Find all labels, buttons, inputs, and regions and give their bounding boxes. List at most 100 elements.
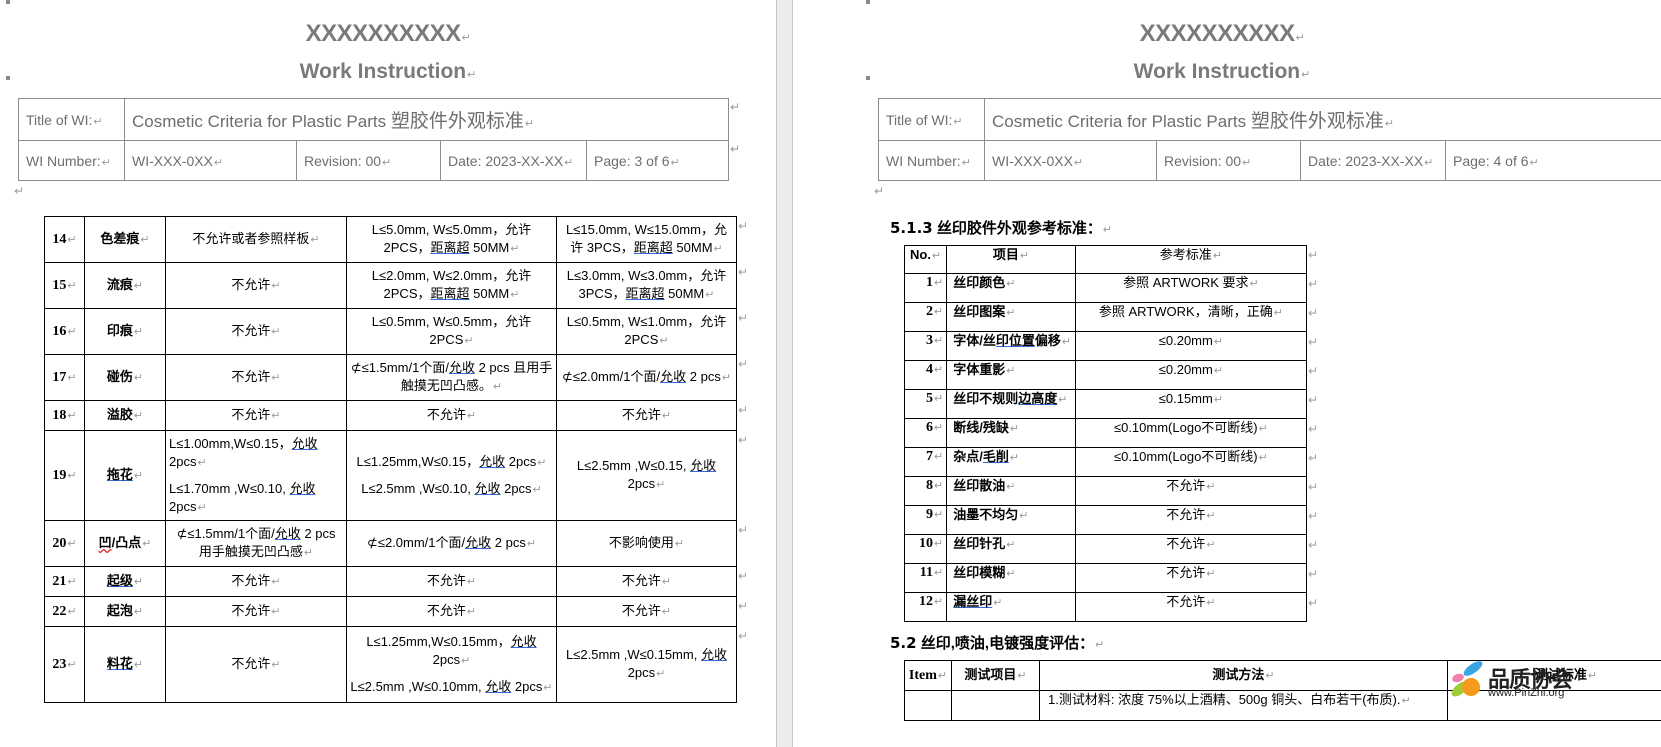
row-end-mark: ↵ [1308,422,1319,436]
paragraph-mark: ↵ [1006,481,1016,493]
paragraph-mark: ↵ [67,409,77,422]
paragraph-mark: ↵ [1258,423,1268,435]
paragraph-mark: ↵ [993,597,1003,609]
criteria-c-cell: 不允许↵ [556,596,737,627]
paragraph-mark: ↵ [1058,394,1068,406]
criteria-a-cell: 不允许↵ [165,308,347,355]
paragraph-mark: ↵ [661,576,672,588]
defect-row: 23↵ 料花↵ 不允许↵ L≤1.25mm,W≤0.15mm，允收 2pcs↵ L≤2.… [44,626,737,703]
title-value-cell: Cosmetic Criteria for Plastic Parts 塑胶件外… [124,98,729,141]
paragraph-mark: ↵ [1006,568,1016,580]
paragraph-mark: ↵ [1009,452,1020,464]
paragraph-mark: ↵ [461,654,471,667]
std-value-cell: 参照 ARTWORK，清晰，正确↵ [1074,302,1308,332]
std-header-cell: No.↵ [903,245,948,274]
defect-row: 20↵ 凹/凸点↵ ⊄≤1.5mm/1个面/允收 2 pcs 用手触摸无凹凸感↵ ⊄≤… [44,520,737,567]
criteria-a-cell: 不允许↵ [165,354,347,401]
company-text: XXXXXXXXXX [305,20,462,47]
title-label-cell: Title of WI:↵ [878,98,985,141]
criteria-b-cell: L≤2.0mm, W≤2.0mm，允许 2PCS，距离超 50MM↵ [346,262,557,309]
paragraph-mark: ↵ [271,659,281,671]
std-value-cell: 参照 ARTWORK 要求↵ [1074,273,1308,303]
paragraph-mark: ↵ [721,372,732,384]
std-item-cell: 漏丝印↵ [946,592,1076,622]
paragraph-mark: ↵ [537,456,547,469]
paragraph-mark: ↵ [933,277,944,289]
paragraph-mark: ↵ [532,483,542,496]
criteria-c-cell: ⊄≤2.0mm/1个面/允收 2 pcs↵ [556,354,737,401]
paragraph-mark: ↵ [271,372,281,384]
defect-item-cell: 起级↵ [84,566,166,597]
paragraph-mark: ↵ [674,538,685,550]
row-end-mark: ↵ [1308,538,1319,552]
paragraph-mark: ↵ [67,605,77,618]
std-item-cell: 字体重影↵ [946,360,1076,390]
paragraph-mark: ↵ [466,410,477,422]
std-item-cell: 丝印不规则边高度↵ [946,389,1076,419]
paragraph-mark: ↵ [67,325,77,338]
defect-no-cell: 19↵ [44,430,85,521]
paragraph-mark: ↵ [467,69,477,81]
criteria-c-cell: L≤2.5mm ,W≤0.15mm, 允收 2pcs↵ [556,626,737,703]
paragraph-mark: ↵ [1006,278,1016,290]
margin-marker [866,0,870,4]
paragraph-mark: ↵ [1006,365,1016,377]
std-value-cell: ≤0.15mm↵ [1074,389,1308,419]
paragraph-mark: ↵ [656,479,666,491]
paragraph-mark: ↵ [310,234,320,246]
criteria-b-cell: L≤5.0mm, W≤5.0mm，允许 2PCS，距离超 50MM↵ [346,216,557,263]
defect-item-cell: 流痕↵ [84,262,166,309]
std-item-cell: 丝印颜色↵ [946,273,1076,303]
paragraph-mark: ↵ [133,606,144,618]
std-no-cell: 2↵ [903,302,948,332]
std-item-cell: 杂点/毛削↵ [946,447,1076,477]
defect-row: 21↵ 起级↵ 不允许↵ 不允许↵ 不允许↵ [44,566,737,597]
paragraph-mark: ↵ [271,280,281,292]
std-value-cell: 不允许↵ [1074,476,1308,506]
paragraph-mark: ↵ [933,509,944,521]
paragraph-mark: ↵ [1212,250,1223,262]
defect-criteria-table: 14↵ 色差痕↵ 不允许或者参照样板↵ L≤5.0mm, W≤5.0mm，允许 2PC… [44,216,737,703]
test-method-cell: 1.测试材料: 浓度 75%以上酒精、500g 铜头、白布若干(布质).↵ [1039,690,1448,721]
std-item-cell: 丝印模糊↵ [946,563,1076,593]
std-no-cell: 4↵ [903,360,948,390]
paragraph-mark: ↵ [1206,597,1216,609]
std-item-cell: 丝印图案↵ [946,302,1076,332]
revision-cell: Revision: 00↵ [296,140,441,181]
paragraph-mark: ↵ [67,371,77,384]
std-value-cell: ≤0.20mm↵ [1074,331,1308,361]
paragraph-mark: ↵ [466,606,477,618]
row-end-mark: ↵ [1308,277,1319,291]
paragraph-mark: ↵ [67,575,77,588]
row-end-mark: ↵ [738,523,749,537]
doc-title: Work Instruction↵ [1133,60,1311,83]
defect-row: 17↵ 碰伤↵ 不允许↵ ⊄≤1.5mm/1个面/允收 2 pcs 且用手触摸无凹凸感… [44,354,737,401]
paragraph-mark: ↵ [466,576,477,588]
std-row: 10↵ 丝印针孔↵ 不允许↵ [903,534,1308,564]
document-page-3: XXXXXXXXXX↵ Work Instruction↵ Title of W… [0,0,776,747]
paragraph-mark: ↵ [659,335,669,347]
criteria-a-cell: 不允许↵ [165,400,347,431]
wi-header-table: Title of WI:↵ Cosmetic Criteria for Plas… [878,98,1661,181]
paragraph-mark: ↵ [933,335,944,347]
criteria-c-cell: L≤0.5mm, W≤1.0mm，允许 2PCS↵ [556,308,737,355]
paragraph-mark: ↵ [933,364,944,376]
row-end-mark: ↵ [1308,480,1319,494]
paragraph-mark: ↵ [1213,365,1224,377]
row-end-mark: ↵ [1308,596,1319,610]
defect-row: 22↵ 起泡↵ 不允许↵ 不允许↵ 不允许↵ [44,596,737,627]
row-end-mark: ↵ [738,433,749,447]
margin-marker [6,0,10,4]
logo-petal-icon [1462,678,1480,696]
criteria-a-cell: 不允许或者参照样板↵ [165,216,347,263]
paragraph-mark: ↵ [705,289,715,301]
paragraph-mark: ↵ [526,538,537,550]
paragraph-mark: ↵ [1206,510,1216,522]
std-row: 8↵ 丝印散油↵ 不允许↵ [903,476,1308,506]
watermark-url: www.PinZhi.org [1488,687,1565,699]
defect-no-cell: 23↵ [44,626,85,703]
std-value-cell: ≤0.10mm(Logo不可断线)↵ [1074,418,1308,448]
std-row: 12↵ 漏丝印↵ 不允许↵ [903,592,1308,622]
std-value-cell: 不允许↵ [1074,592,1308,622]
std-value-cell: ≤0.10mm(Logo不可断线)↵ [1074,447,1308,477]
